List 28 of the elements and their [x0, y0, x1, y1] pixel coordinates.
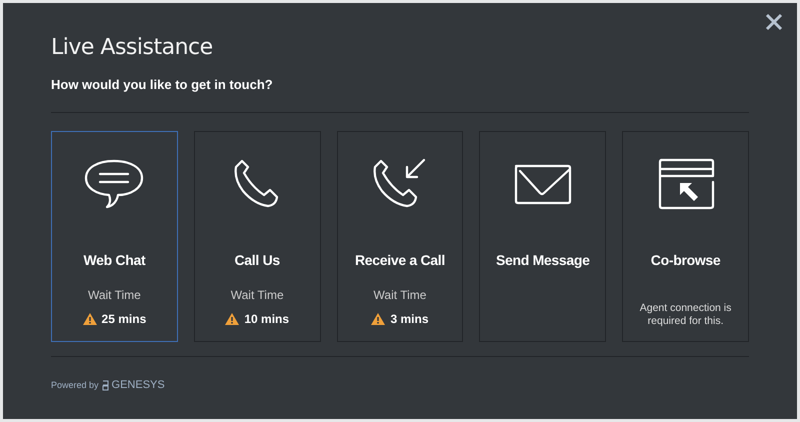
option-label: Send Message: [496, 252, 590, 268]
option-label: Web Chat: [83, 252, 146, 268]
wait-time-label: Wait Time: [230, 288, 284, 302]
option-note: Agent connection is required for this.: [638, 302, 732, 328]
contact-option-card[interactable]: Send Message: [479, 131, 606, 342]
option-label: Call Us: [234, 252, 280, 268]
warning-icon: [371, 313, 386, 325]
brand-logo-icon: [102, 380, 109, 390]
option-label: Co-browse: [650, 252, 720, 268]
chat-bubble-icon: [83, 158, 146, 210]
wait-time-value: 25 mins: [102, 312, 146, 326]
dialog-title: Live Assistance: [51, 34, 214, 62]
warning-icon: [82, 313, 97, 325]
contact-option-card[interactable]: Call Us Wait Time 10 mins: [194, 131, 321, 342]
contact-option-card[interactable]: Web Chat Wait Time 25 mins: [51, 131, 178, 342]
contact-option-card[interactable]: Receive a Call Wait Time 3 mins: [336, 131, 464, 342]
close-button[interactable]: [765, 13, 785, 33]
brand-name: GENESYS: [112, 379, 165, 391]
contact-option-card[interactable]: Co-browse Agent connection is required for this.: [622, 131, 749, 342]
wait-time-value: 10 mins: [244, 312, 290, 326]
option-label: Receive a Call: [355, 252, 445, 268]
wait-time-label: Wait Time: [374, 288, 426, 302]
warning-icon: [225, 313, 240, 325]
prompt-text: How would you like to get in touch?: [51, 77, 273, 92]
wait-time-value: 3 mins: [390, 312, 428, 326]
close-icon: [765, 13, 783, 31]
powered-by-text: Powered by: [51, 380, 99, 390]
wait-time-label: Wait Time: [88, 288, 141, 302]
